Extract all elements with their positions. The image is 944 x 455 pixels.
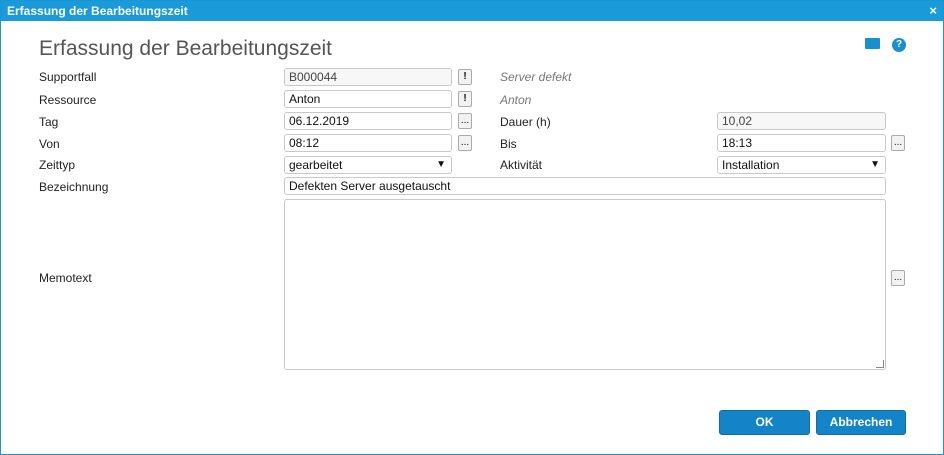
von-field[interactable]: 08:12 xyxy=(284,134,452,152)
zeittyp-label: Zeittyp xyxy=(39,158,76,172)
ressource-hint: Anton xyxy=(500,93,532,107)
tag-label: Tag xyxy=(39,115,59,129)
bis-label: Bis xyxy=(500,137,517,151)
cancel-button[interactable]: Abbrechen xyxy=(816,410,906,435)
dauer-label: Dauer (h) xyxy=(500,115,551,129)
ressource-label: Ressource xyxy=(39,93,97,107)
ressource-field[interactable]: Anton xyxy=(284,90,452,108)
bezeichnung-label: Bezeichnung xyxy=(39,180,109,194)
von-label: Von xyxy=(39,137,60,151)
titlebar: Erfassung der Bearbeitungszeit × xyxy=(1,1,943,21)
aktivitaet-select[interactable]: Installation ▼ xyxy=(717,156,886,174)
von-picker-button[interactable]: ... xyxy=(458,135,472,151)
bis-picker-button[interactable]: ... xyxy=(891,135,905,151)
tag-picker-button[interactable]: ... xyxy=(458,113,472,129)
supportfall-hint: Server defekt xyxy=(500,70,572,84)
mail-icon[interactable] xyxy=(865,38,880,49)
page-title: Erfassung der Bearbeitungszeit xyxy=(39,37,333,60)
chevron-down-icon: ▼ xyxy=(436,159,446,170)
zeittyp-select[interactable]: gearbeitet ▼ xyxy=(284,156,452,174)
window-title: Erfassung der Bearbeitungszeit xyxy=(7,4,188,18)
aktivitaet-value: Installation xyxy=(722,158,780,172)
supportfall-field[interactable]: B000044 xyxy=(284,68,452,86)
supportfall-label: Supportfall xyxy=(39,70,97,84)
zeittyp-value: gearbeitet xyxy=(289,158,343,172)
bezeichnung-field[interactable]: Defekten Server ausgetauscht xyxy=(284,177,886,195)
close-icon[interactable]: × xyxy=(929,3,937,18)
help-icon[interactable]: ? xyxy=(892,38,906,52)
tag-field[interactable]: 06.12.2019 xyxy=(284,112,452,130)
bis-field[interactable]: 18:13 xyxy=(717,134,886,152)
chevron-down-icon: ▼ xyxy=(870,159,880,170)
memotext-label: Memotext xyxy=(39,271,92,285)
aktivitaet-label: Aktivität xyxy=(500,158,543,172)
memotext-area[interactable] xyxy=(284,199,886,370)
dialog-window: Erfassung der Bearbeitungszeit × Erfassu… xyxy=(0,0,944,455)
memotext-edit-button[interactable]: ... xyxy=(891,270,905,286)
supportfall-info-button[interactable]: ! xyxy=(458,69,472,85)
ok-button[interactable]: OK xyxy=(719,410,810,435)
ressource-info-button[interactable]: ! xyxy=(458,91,472,107)
resize-grip-icon[interactable] xyxy=(876,360,884,368)
dauer-field[interactable]: 10,02 xyxy=(717,112,886,130)
